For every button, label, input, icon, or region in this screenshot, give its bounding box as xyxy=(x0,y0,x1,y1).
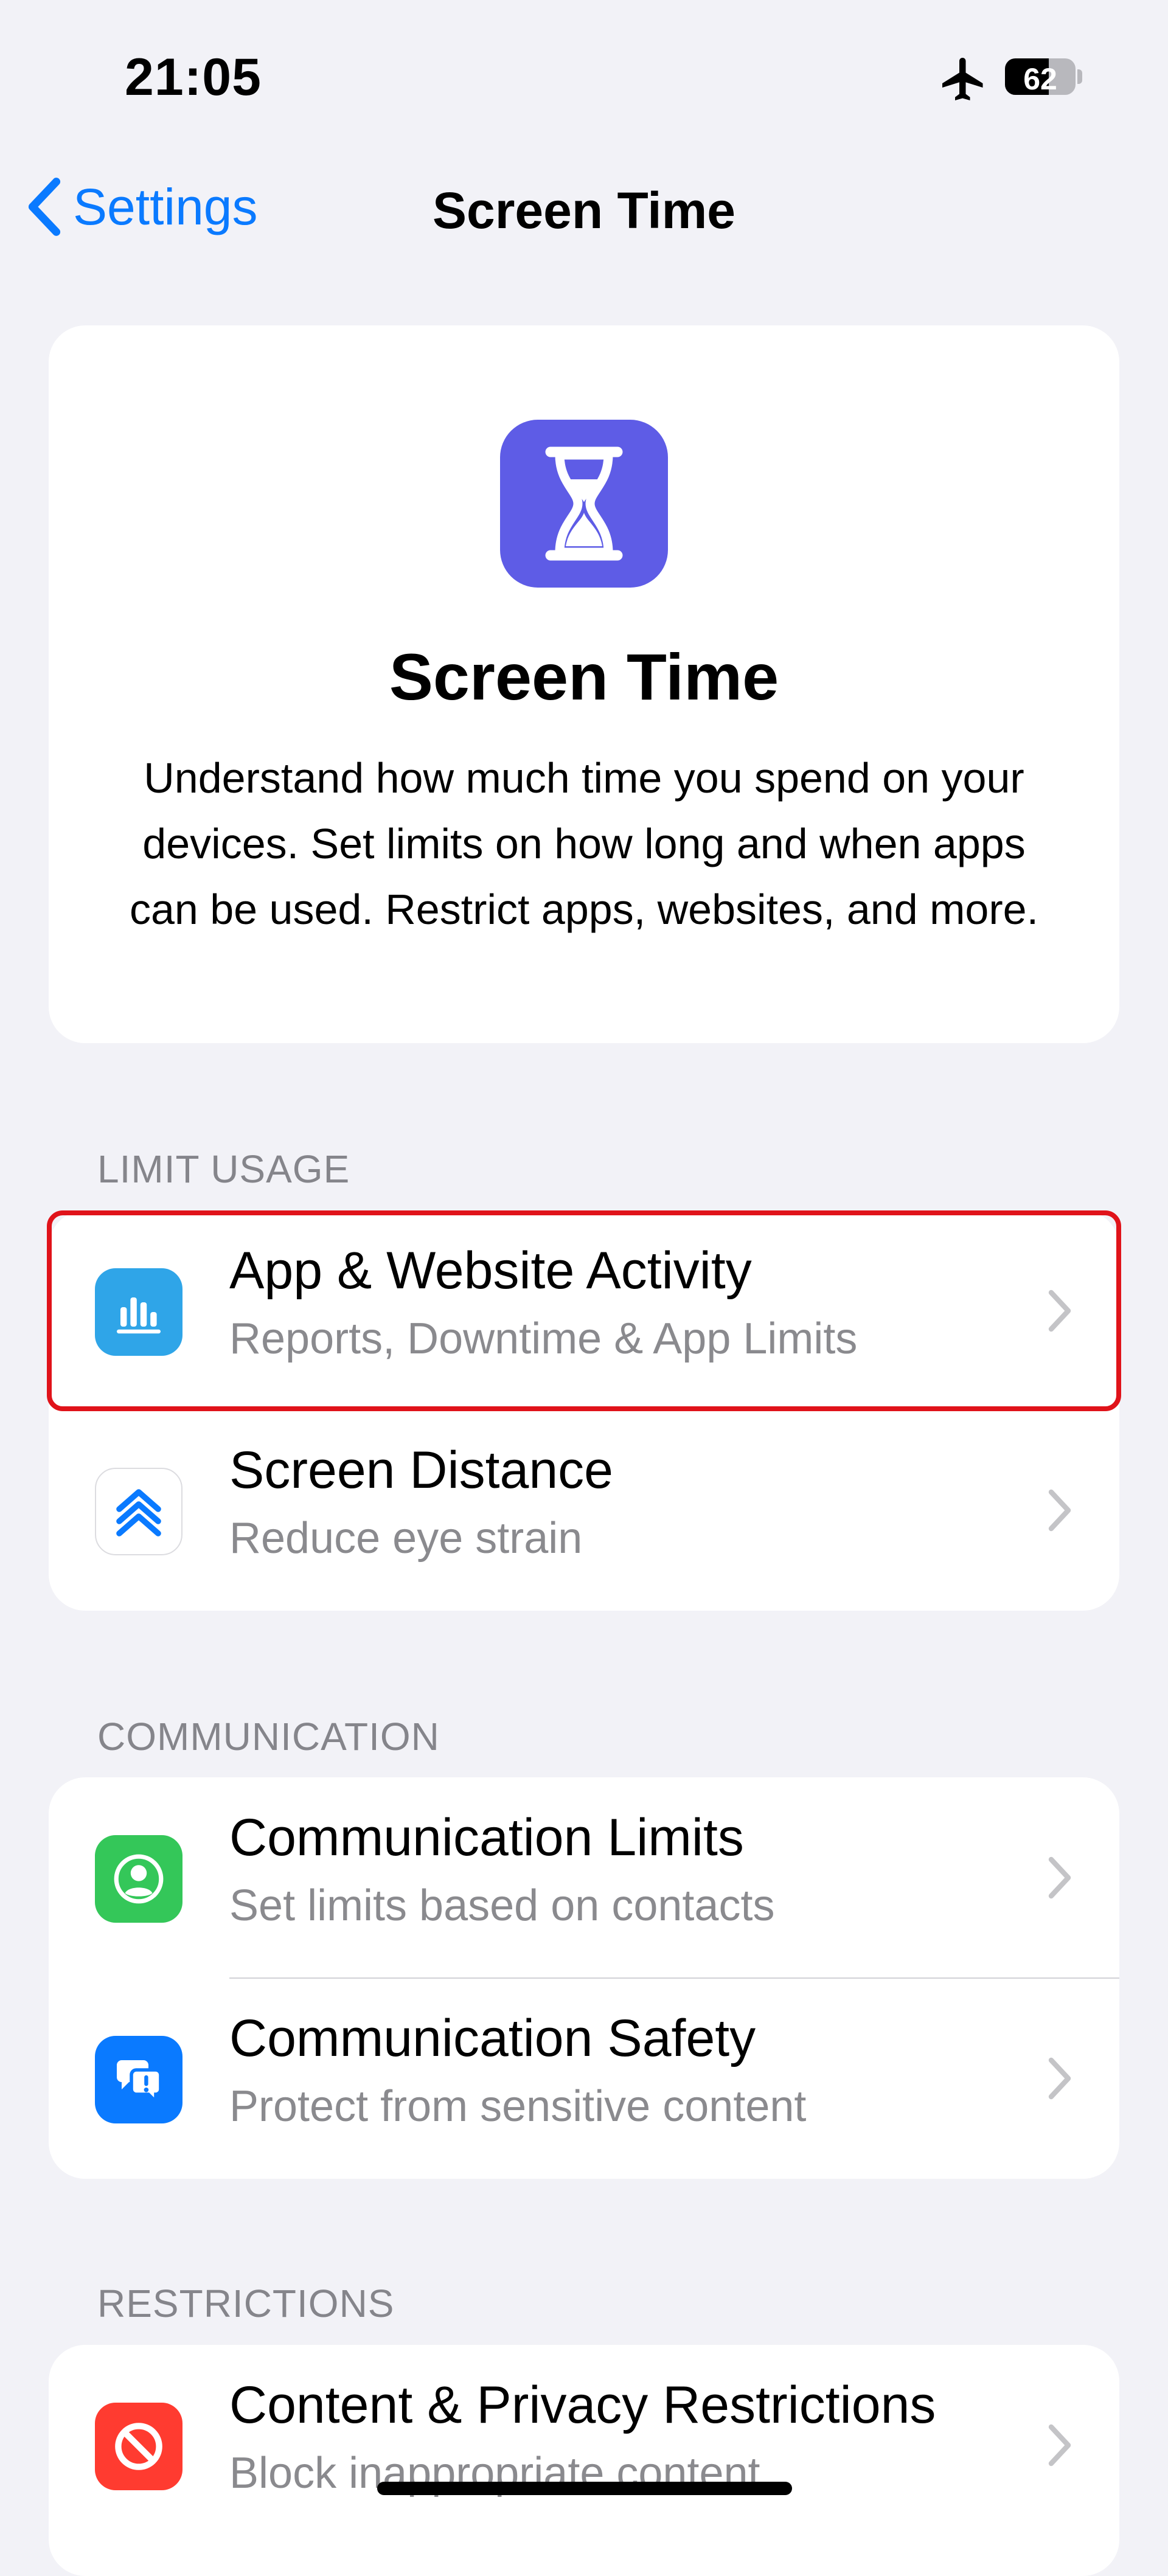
section-header-limit-usage: LIMIT USAGE xyxy=(97,1147,350,1191)
chevron-right-icon xyxy=(1048,2424,1071,2467)
battery-cap xyxy=(1077,69,1082,84)
home-indicator[interactable] xyxy=(377,2482,792,2495)
no-entry-icon xyxy=(95,2403,182,2490)
communication-safety-row[interactable]: Communication Safety Protect from sensit… xyxy=(49,1978,1119,2179)
row-title: App & Website Activity xyxy=(229,1241,752,1300)
status-time: 21:05 xyxy=(125,48,262,106)
chevron-right-icon xyxy=(1048,1856,1071,1899)
row-subtitle: Set limits based on contacts xyxy=(229,1881,775,1930)
chevron-right-icon xyxy=(1048,1489,1071,1532)
hero-title: Screen Time xyxy=(389,640,779,713)
communication-limits-row[interactable]: Communication Limits Set limits based on… xyxy=(49,1777,1119,1978)
person-circle-icon xyxy=(95,1835,182,1923)
battery-icon: 62 xyxy=(1005,58,1076,95)
app-website-activity-row[interactable]: App & Website Activity Reports, Downtime… xyxy=(49,1210,1119,1411)
nav-bar: Settings Screen Time xyxy=(0,152,1168,262)
section-header-communication: COMMUNICATION xyxy=(97,1715,440,1758)
restrictions-group: Content & Privacy Restrictions Block ina… xyxy=(49,2345,1119,2576)
row-title: Screen Distance xyxy=(229,1441,613,1499)
row-subtitle: Reports, Downtime & App Limits xyxy=(229,1314,858,1363)
hero-description: Understand how much time you spend on yo… xyxy=(129,754,1039,933)
hourglass-icon xyxy=(500,420,668,588)
screen-time-info-card: Screen Time Understand how much time you… xyxy=(49,325,1119,1043)
row-title: Communication Safety xyxy=(229,2009,756,2067)
chevrons-up-icon xyxy=(95,1468,182,1555)
limit-usage-group: App & Website Activity Reports, Downtime… xyxy=(49,1210,1119,1611)
row-title: Communication Limits xyxy=(229,1808,744,1867)
communication-group: Communication Limits Set limits based on… xyxy=(49,1777,1119,2179)
section-header-restrictions: RESTRICTIONS xyxy=(97,2282,395,2325)
battery-level: 62 xyxy=(1023,62,1057,95)
page-title: Screen Time xyxy=(432,182,736,239)
chat-bubbles-icon xyxy=(95,2036,182,2123)
row-subtitle: Protect from sensitive content xyxy=(229,2082,807,2131)
chevron-right-icon xyxy=(1048,2057,1071,2100)
chevron-right-icon xyxy=(1048,1290,1071,1332)
status-bar: 21:05 62 xyxy=(0,0,1168,152)
bar-chart-icon xyxy=(95,1268,182,1356)
screen-distance-row[interactable]: Screen Distance Reduce eye strain xyxy=(49,1410,1119,1611)
airplane-icon xyxy=(942,58,983,100)
content-privacy-restrictions-row[interactable]: Content & Privacy Restrictions Block ina… xyxy=(49,2345,1119,2546)
row-subtitle: Reduce eye strain xyxy=(229,1514,583,1563)
row-title: Content & Privacy Restrictions xyxy=(229,2376,936,2434)
